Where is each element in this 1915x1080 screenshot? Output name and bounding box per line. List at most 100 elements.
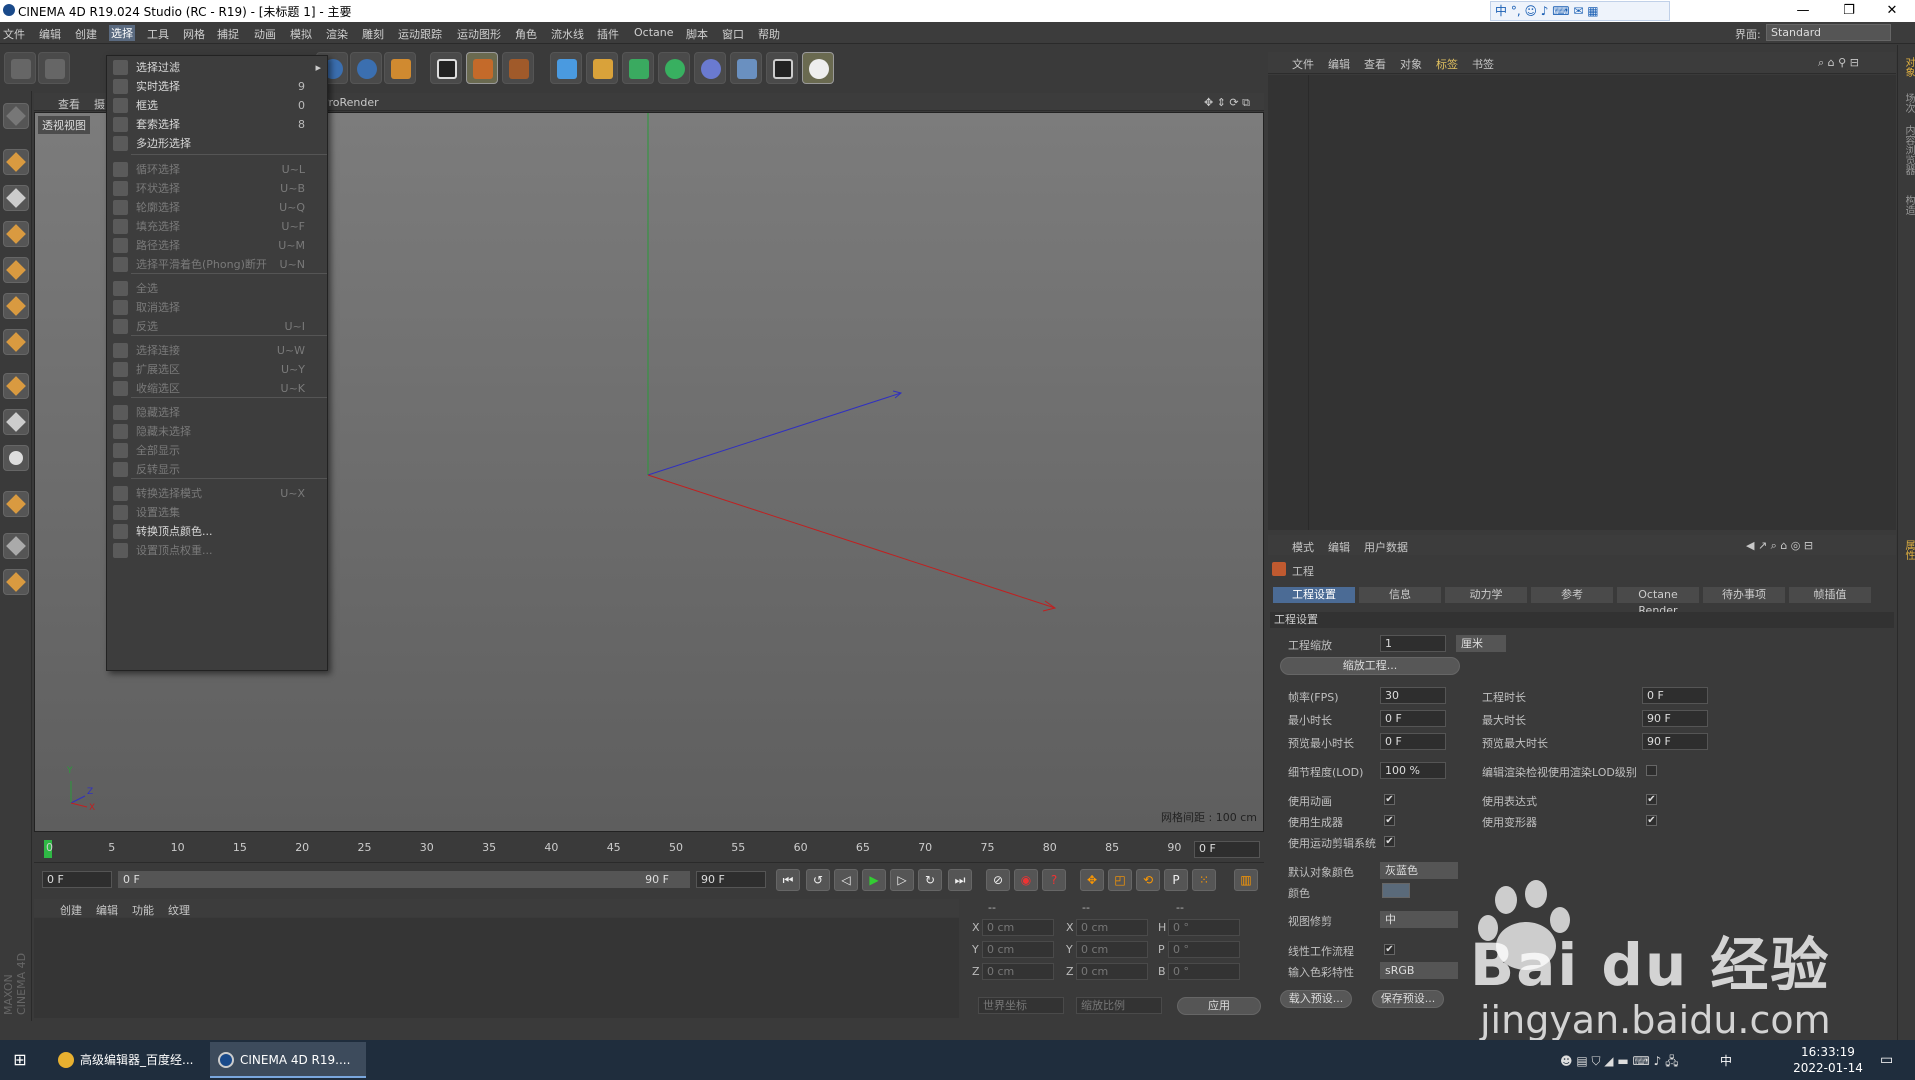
- key-pla-button[interactable]: ⁙: [1192, 869, 1216, 891]
- layout-select[interactable]: Standard: [1766, 24, 1891, 41]
- model-mode-button[interactable]: [3, 149, 29, 175]
- use-motion-checkbox[interactable]: ✔: [1384, 836, 1395, 847]
- play-button[interactable]: ▶: [862, 869, 886, 891]
- object-search-icon[interactable]: ⌕ ⌂ ⚲ ⊟: [1818, 56, 1859, 70]
- menu-plugins[interactable]: 插件: [597, 26, 619, 42]
- material-menu-texture[interactable]: 纹理: [168, 902, 190, 918]
- select-menu-item[interactable]: 多边形选择: [107, 132, 327, 155]
- prev-key-button[interactable]: ↺: [806, 869, 830, 891]
- make-editable-button[interactable]: [3, 103, 29, 129]
- object-menu-view[interactable]: 查看: [1364, 56, 1386, 72]
- project-unit-select[interactable]: 厘米: [1456, 635, 1506, 652]
- timeline-ruler[interactable]: 0 5 10 15 20 25 30 35 40 45 50 55 60 65 70 75 80 85 90 0 F: [34, 836, 1264, 863]
- task-chrome[interactable]: 高级编辑器_百度经...: [50, 1042, 206, 1078]
- menu-animate[interactable]: 动画: [254, 26, 276, 42]
- save-preset-button[interactable]: 保存预设...: [1372, 990, 1444, 1008]
- object-manager-list[interactable]: [1268, 75, 1896, 530]
- viewport-nav-icons[interactable]: ✥ ⇕ ⟳ ⧉: [1204, 96, 1250, 110]
- menu-motion-tracking[interactable]: 运动跟踪: [398, 26, 442, 42]
- ime-toolbar[interactable]: 中 °, ☺ ♪ ⌨ ✉ ▦: [1490, 1, 1670, 21]
- attr-menu-mode[interactable]: 模式: [1292, 539, 1314, 555]
- viewport-menu-prorender[interactable]: ProRender: [322, 96, 379, 109]
- array-button[interactable]: [658, 52, 690, 84]
- attr-menu-user-data[interactable]: 用户数据: [1364, 539, 1408, 555]
- project-duration-field[interactable]: 0 F: [1642, 687, 1708, 704]
- key-parameter-button[interactable]: P: [1164, 869, 1188, 891]
- texture-mode-button[interactable]: [3, 185, 29, 211]
- render-view-button[interactable]: [430, 52, 462, 84]
- linear-workflow-checkbox[interactable]: ✔: [1384, 944, 1395, 955]
- undo-button[interactable]: [4, 52, 36, 84]
- menu-render[interactable]: 渲染: [326, 26, 348, 42]
- axis-mode-button[interactable]: [3, 373, 29, 399]
- subdivision-button[interactable]: [622, 52, 654, 84]
- coord-value-field[interactable]: 0 cm: [982, 941, 1054, 958]
- record-keys-button[interactable]: ⊘: [986, 869, 1010, 891]
- object-color-select[interactable]: 灰蓝色: [1380, 862, 1458, 879]
- object-menu-tags[interactable]: 标签: [1436, 56, 1458, 72]
- workplane-lock-button[interactable]: [3, 533, 29, 559]
- object-menu-bookmarks[interactable]: 书签: [1472, 56, 1494, 72]
- points-mode-button[interactable]: [3, 257, 29, 283]
- strip-tab-structure[interactable]: 构造: [1901, 195, 1915, 215]
- scale-project-button[interactable]: 缩放工程...: [1280, 657, 1460, 675]
- task-cinema4d[interactable]: CINEMA 4D R19....: [210, 1042, 366, 1078]
- input-color-profile-select[interactable]: sRGB: [1380, 962, 1458, 979]
- current-frame-field[interactable]: 0 F: [1194, 841, 1260, 858]
- tray-language[interactable]: 中: [1720, 1052, 1732, 1069]
- attr-tab[interactable]: 信息: [1358, 586, 1442, 604]
- key-position-button[interactable]: ✥: [1080, 869, 1104, 891]
- polygons-mode-button[interactable]: [3, 329, 29, 355]
- coordinate-system-button[interactable]: [384, 52, 416, 84]
- coord-value-field[interactable]: 0 cm: [982, 919, 1054, 936]
- attr-tab[interactable]: 工程设置: [1272, 586, 1356, 604]
- attr-tab[interactable]: 动力学: [1444, 586, 1528, 604]
- attr-menu-edit[interactable]: 编辑: [1328, 539, 1350, 555]
- deformer-button[interactable]: [694, 52, 726, 84]
- menu-file[interactable]: 文件: [3, 26, 25, 42]
- object-menu-edit[interactable]: 编辑: [1328, 56, 1350, 72]
- light-button[interactable]: [802, 52, 834, 84]
- material-menu-function[interactable]: 功能: [132, 902, 154, 918]
- strip-tab-attributes[interactable]: 属性: [1901, 540, 1915, 560]
- max-time-field[interactable]: 90 F: [1642, 710, 1708, 727]
- system-tray[interactable]: 中 ☻ ▤ ⛉ ◢ ▬ ⌨ ♪ 🖧: [1560, 1052, 1785, 1068]
- minimize-button[interactable]: —: [1780, 0, 1826, 22]
- attr-tab[interactable]: 待办事项: [1702, 586, 1786, 604]
- coord-value-field[interactable]: 0 cm: [982, 963, 1054, 980]
- menu-create[interactable]: 创建: [75, 26, 97, 42]
- timeline-window-button[interactable]: ▥: [1234, 869, 1258, 891]
- coord-value-field[interactable]: 0 cm: [1076, 941, 1148, 958]
- floor-button[interactable]: [730, 52, 762, 84]
- menu-mograph[interactable]: 运动图形: [457, 26, 501, 42]
- render-lod-checkbox[interactable]: [1646, 765, 1657, 776]
- menu-select[interactable]: 选择: [109, 25, 135, 41]
- range-slider[interactable]: 0 F 90 F: [118, 871, 690, 888]
- min-time-field[interactable]: 0 F: [1380, 710, 1446, 727]
- use-expressions-checkbox[interactable]: ✔: [1646, 794, 1657, 805]
- taskbar-clock[interactable]: 16:33:19 2022-01-14: [1793, 1044, 1863, 1076]
- coord-value-field[interactable]: 0 °: [1168, 963, 1240, 980]
- object-menu-file[interactable]: 文件: [1292, 56, 1314, 72]
- strip-tab-content-browser[interactable]: 内容浏览器: [1901, 125, 1915, 175]
- view-clipping-select[interactable]: 中: [1380, 911, 1458, 928]
- attr-tab[interactable]: Octane Render: [1616, 586, 1700, 617]
- viewport-menu-view[interactable]: 查看: [58, 96, 80, 112]
- menu-edit[interactable]: 编辑: [39, 26, 61, 42]
- strip-tab-objects[interactable]: 对象: [1901, 57, 1915, 77]
- attr-tab[interactable]: 帧插值: [1788, 586, 1872, 604]
- maximize-button[interactable]: ❐: [1826, 0, 1872, 22]
- menu-mesh[interactable]: 网格: [183, 26, 205, 42]
- menu-script[interactable]: 脚本: [686, 26, 708, 42]
- preview-min-field[interactable]: 0 F: [1380, 733, 1446, 750]
- strip-tab-takes[interactable]: 场次: [1901, 93, 1915, 113]
- close-button[interactable]: ✕: [1869, 0, 1915, 22]
- menu-tools[interactable]: 工具: [147, 26, 169, 42]
- scale-mode-select[interactable]: 缩放比例: [1076, 997, 1162, 1014]
- load-preset-button[interactable]: 载入预设...: [1280, 990, 1352, 1008]
- planar-workplane-button[interactable]: [3, 569, 29, 595]
- material-menu-edit[interactable]: 编辑: [96, 902, 118, 918]
- coord-value-field[interactable]: 0 cm: [1076, 963, 1148, 980]
- menu-simulate[interactable]: 模拟: [290, 26, 312, 42]
- menu-pipeline[interactable]: 流水线: [551, 26, 584, 42]
